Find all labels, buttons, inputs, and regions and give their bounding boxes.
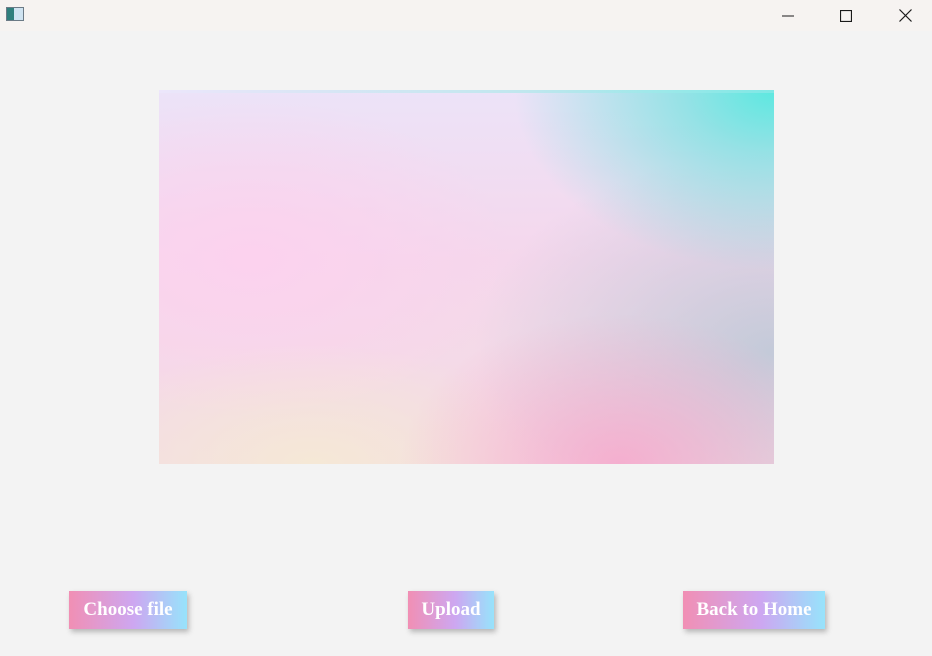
app-icon bbox=[6, 7, 24, 21]
close-button[interactable] bbox=[876, 0, 932, 31]
title-bar[interactable] bbox=[0, 0, 932, 31]
upload-button[interactable]: Upload bbox=[408, 591, 494, 629]
maximize-icon bbox=[840, 9, 852, 22]
image-preview bbox=[159, 90, 774, 464]
choose-file-button[interactable]: Choose file bbox=[69, 591, 187, 629]
app-window: Choose file Upload Back to Home bbox=[0, 0, 932, 656]
maximize-button[interactable] bbox=[817, 0, 875, 31]
close-icon bbox=[898, 9, 912, 22]
back-to-home-button[interactable]: Back to Home bbox=[683, 591, 825, 629]
minimize-icon bbox=[782, 15, 794, 16]
minimize-button[interactable] bbox=[759, 0, 817, 31]
